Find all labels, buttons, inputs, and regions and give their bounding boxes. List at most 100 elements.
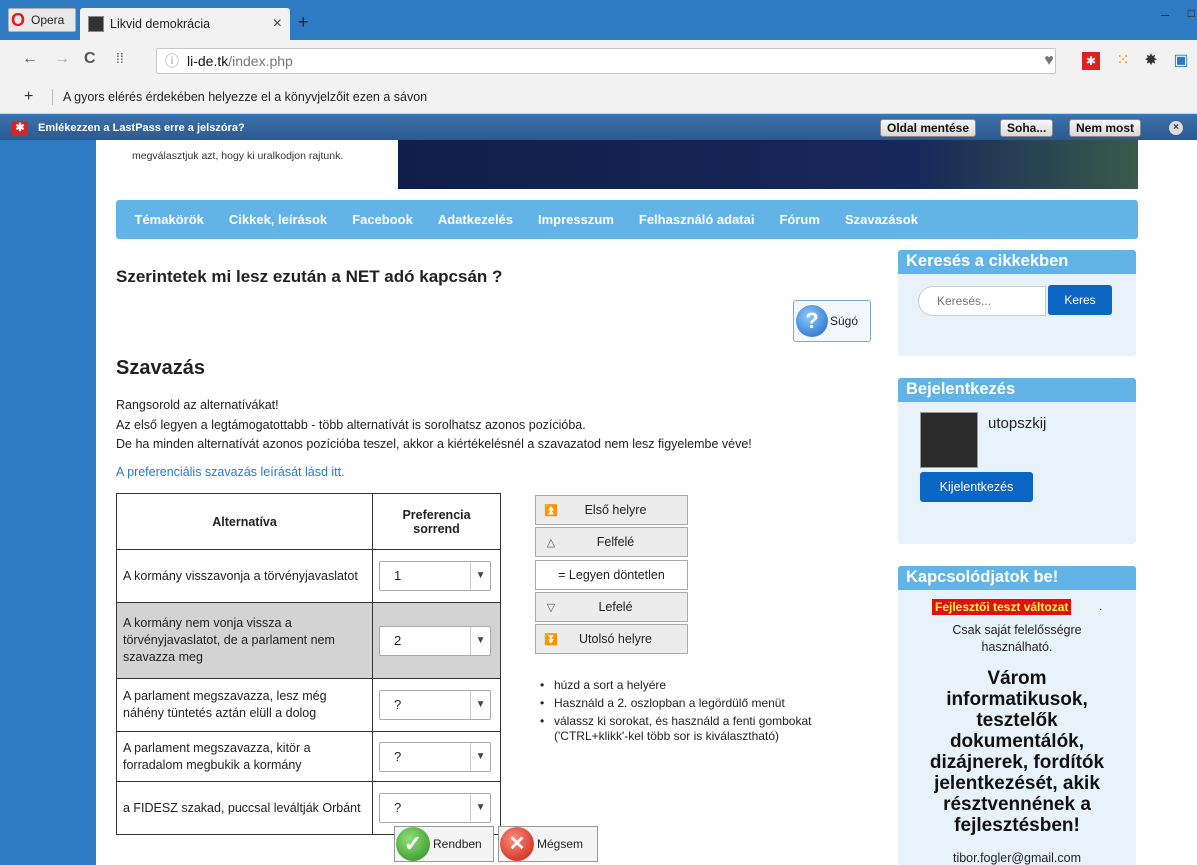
- column-header-preference: Preferencia sorrend: [372, 493, 501, 550]
- menu-item-szavazasok[interactable]: Szavazások: [832, 212, 930, 227]
- move-first-button[interactable]: ⏫ Első helyre: [535, 495, 688, 525]
- table-header-row: Alternatíva Preferencia sorrend: [115, 493, 501, 550]
- preference-select[interactable]: 1 ▼: [379, 561, 492, 591]
- preference-select[interactable]: ? ▼: [379, 793, 492, 823]
- instruction-line: De ha minden alternatívát azonos pozíció…: [116, 437, 752, 451]
- avatar: [920, 412, 978, 468]
- back-arrow-icon[interactable]: ←: [22, 50, 38, 68]
- preference-cell: 2 ▼: [372, 602, 501, 679]
- search-input[interactable]: Keresés...: [918, 286, 1046, 316]
- preference-value: 1: [394, 568, 402, 583]
- menu-item-cikkek[interactable]: Cikkek, leírások: [216, 212, 339, 227]
- site-favicon-icon: [88, 16, 104, 32]
- up-arrow-icon: △: [546, 536, 556, 549]
- login-panel-title: Bejelentkezés: [898, 378, 1136, 402]
- extension-icon[interactable]: ▣: [1172, 52, 1190, 70]
- recruitment-text: Várom informatikusok, tesztelők dokument…: [898, 668, 1136, 836]
- menu-item-facebook[interactable]: Facebook: [340, 212, 426, 227]
- column-header-alternative: Alternatíva: [115, 493, 374, 550]
- chevron-down-icon: ▼: [470, 794, 490, 822]
- chevron-down-icon: ▼: [470, 626, 490, 655]
- lastpass-icon: ✱: [12, 121, 28, 136]
- move-down-button[interactable]: ▽ Lefelé: [535, 592, 688, 622]
- forward-arrow-icon[interactable]: →: [54, 50, 70, 68]
- logout-button[interactable]: Kijelentkezés: [920, 472, 1033, 502]
- preferential-voting-link[interactable]: A preferenciális szavazás leírását lásd …: [116, 465, 345, 479]
- page-content: megválasztjuk azt, hogy ki uralkodjon ra…: [96, 140, 1197, 865]
- preference-cell: ? ▼: [372, 678, 501, 732]
- preference-value: 2: [394, 632, 402, 648]
- move-up-button[interactable]: △ Felfelé: [535, 527, 688, 557]
- list-item: húzd a sort a helyére: [540, 678, 860, 693]
- lastpass-prompt: Emlékezzen a LastPass erre a jelszóra?: [38, 122, 245, 134]
- help-label: Súgó: [830, 314, 859, 328]
- preference-select[interactable]: ? ▼: [379, 741, 492, 772]
- menu-item-forum[interactable]: Fórum: [767, 212, 832, 227]
- alternative-text: a FIDESZ szakad, puccsal leváltják Orbán…: [115, 781, 374, 835]
- vote-title: Szavazás: [116, 357, 205, 379]
- new-tab-button[interactable]: +: [298, 12, 309, 33]
- never-button[interactable]: Soha...: [1000, 119, 1054, 137]
- not-now-button[interactable]: Nem most: [1069, 119, 1142, 137]
- menu-item-temakorok[interactable]: Témakörök: [122, 212, 216, 227]
- heart-icon[interactable]: ♥: [1040, 52, 1058, 70]
- lastpass-notification-bar: ✱ Emlékezzen a LastPass erre a jelszóra?…: [0, 116, 1197, 140]
- list-item: Használd a 2. oszlopban a legördülő menü…: [540, 696, 860, 711]
- menu-item-felhasznalo-adatai[interactable]: Felhasználó adatai: [626, 212, 767, 227]
- add-bookmark-button[interactable]: +: [24, 88, 33, 106]
- scrollbar[interactable]: [1185, 140, 1197, 865]
- preference-select[interactable]: 2 ▼: [379, 625, 492, 656]
- chevron-down-icon: ▼: [470, 691, 490, 719]
- speed-dial-grid-icon[interactable]: ⁞⁞: [116, 50, 124, 66]
- lastpass-extension-icon[interactable]: ✱: [1082, 52, 1100, 70]
- preference-value: ?: [394, 800, 402, 815]
- apps-grid-icon[interactable]: ⁙: [1114, 52, 1132, 70]
- bookmark-separator: [52, 89, 53, 105]
- ok-button[interactable]: ✓ Rendben: [394, 826, 494, 862]
- search-panel-title: Keresés a cikkekben: [898, 250, 1136, 274]
- instruction-line: Rangsorold az alternatívákat!: [116, 398, 279, 412]
- contact-email[interactable]: tibor.fogler@gmail.com: [898, 851, 1136, 865]
- help-button[interactable]: ? Súgó: [793, 300, 871, 342]
- opera-label: Opera: [31, 13, 65, 27]
- username: utopszkij: [988, 415, 1047, 432]
- alternative-text: A parlament megszavazza, kitör a forrada…: [115, 731, 374, 782]
- alternative-text: A parlament megszavazza, lesz még náhény…: [115, 678, 374, 732]
- alternative-text: A kormány visszavonja a törvényjavaslato…: [115, 549, 374, 603]
- menu-item-impresszum[interactable]: Impresszum: [526, 212, 627, 227]
- recruitment-text-body: Várom informatikusok, tesztelők dokument…: [929, 668, 1105, 836]
- chevron-down-icon: ▼: [470, 562, 490, 590]
- opera-logo-icon: O: [11, 10, 26, 30]
- tab-title: Likvid demokrácia: [110, 17, 211, 31]
- site-info-icon[interactable]: ⓘ: [165, 51, 179, 71]
- opera-menu-button[interactable]: O Opera: [8, 8, 76, 32]
- move-last-button[interactable]: ⏬ Utolsó helyre: [535, 624, 688, 654]
- double-up-arrow-icon: ⏫: [544, 504, 558, 517]
- minimize-icon[interactable]: –: [1161, 6, 1169, 22]
- settings-gear-icon[interactable]: ✸: [1142, 52, 1160, 70]
- search-button[interactable]: Keres: [1048, 285, 1112, 315]
- preference-value: ?: [394, 697, 402, 712]
- bookmark-hint: A gyors elérés érdekében helyezze el a k…: [63, 90, 428, 104]
- checkmark-icon: ✓: [396, 827, 430, 861]
- save-site-button[interactable]: Oldal mentése: [880, 119, 977, 137]
- table-row[interactable]: A parlament megszavazza, lesz még náhény…: [115, 678, 501, 732]
- close-icon[interactable]: ×: [1169, 121, 1183, 135]
- table-row[interactable]: A kormány nem vonja vissza a törvényjava…: [115, 602, 501, 679]
- maximize-icon[interactable]: □: [1188, 6, 1195, 20]
- table-row[interactable]: A parlament megszavazza, kitör a forrada…: [115, 731, 501, 782]
- menu-item-adatkezeles[interactable]: Adatkezelés: [425, 212, 525, 227]
- tie-button[interactable]: = Legyen döntetlen: [535, 560, 688, 590]
- tie-label: = Legyen döntetlen: [558, 568, 665, 582]
- reload-icon[interactable]: C: [84, 50, 96, 68]
- tab-close-icon[interactable]: ×: [273, 15, 282, 33]
- preference-select[interactable]: ? ▼: [379, 690, 492, 720]
- cancel-button[interactable]: ✕ Mégsem: [498, 826, 598, 862]
- url-field[interactable]: ⓘ li-de.tk /index.php: [156, 48, 1056, 74]
- cross-icon: ✕: [500, 827, 534, 861]
- move-down-label: Lefelé: [598, 600, 633, 614]
- tab-likvid-demokracia[interactable]: Likvid demokrácia ×: [80, 8, 290, 40]
- move-last-label: Utolsó helyre: [579, 632, 652, 646]
- table-row[interactable]: A kormány visszavonja a törvényjavaslato…: [115, 549, 501, 603]
- cancel-label: Mégsem: [537, 837, 584, 851]
